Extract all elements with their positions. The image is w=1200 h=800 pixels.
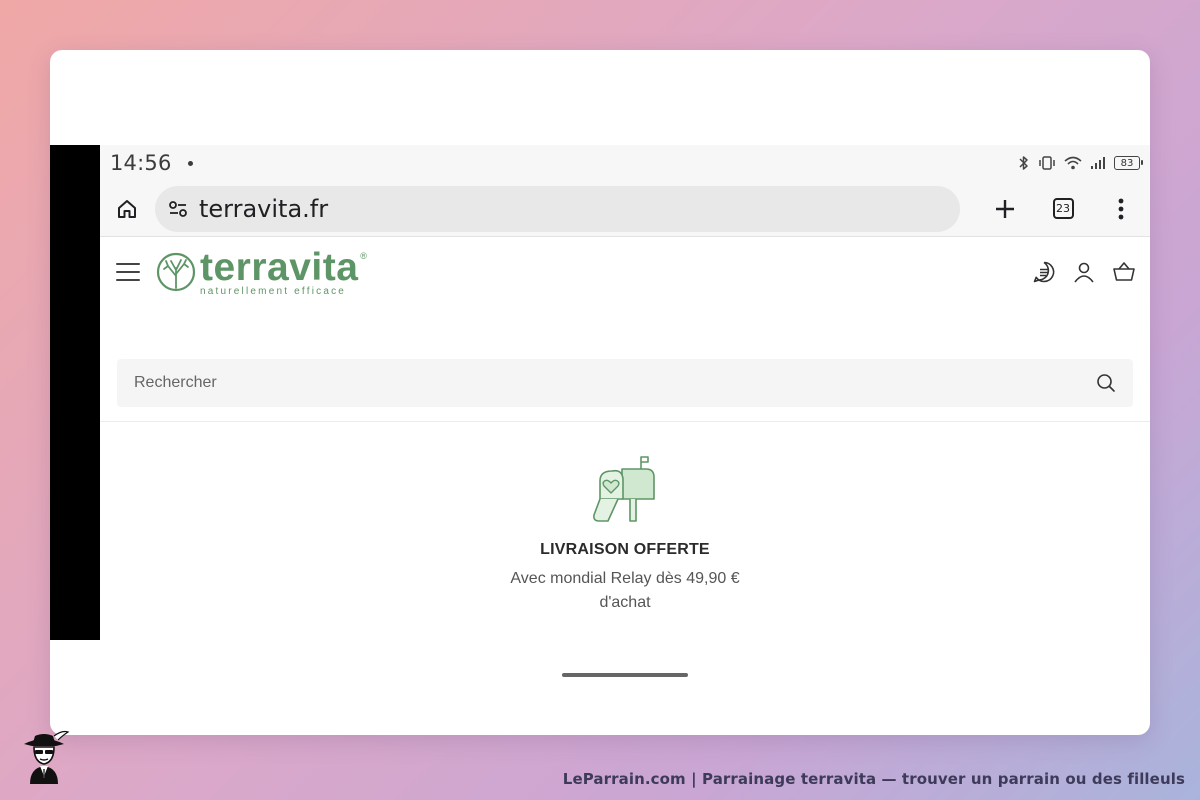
bluetooth-icon (1018, 155, 1030, 171)
new-tab-icon (996, 199, 1014, 218)
tree-logo-icon (156, 252, 196, 292)
more-vert-icon (1118, 198, 1124, 219)
tabs-button[interactable]: 23 (1034, 181, 1092, 237)
screenshot-card: 14:56 83 terravita.fr 23 terravita ® nat… (50, 50, 1150, 735)
gesture-home-indicator[interactable] (562, 673, 688, 677)
phone-screen: 14:56 83 terravita.fr 23 terravita ® nat… (100, 145, 1150, 677)
home-button[interactable] (100, 181, 155, 237)
side-black-bar (50, 145, 100, 640)
wifi-icon (1064, 156, 1082, 170)
notification-dot (187, 160, 193, 166)
chat-button[interactable] (1024, 252, 1064, 292)
mascot-icon (24, 730, 70, 784)
url-text: terravita.fr (198, 194, 329, 223)
status-time: 14:56 (110, 151, 172, 175)
vibrate-icon (1038, 156, 1056, 170)
site-logo[interactable]: terravita ® naturellement efficace (156, 245, 368, 297)
account-icon (1074, 262, 1094, 283)
chat-icon (1033, 261, 1055, 283)
signal-icon (1090, 156, 1106, 170)
promo-subtitle: Avec mondial Relay dès 49,90 € d'achat (510, 570, 740, 611)
tabs-icon: 23 (1052, 198, 1074, 219)
browser-actions: 23 (976, 181, 1150, 237)
search-field[interactable]: Rechercher (117, 359, 1133, 407)
footer-caption: LeParrain.com | Parrainage terravita — t… (562, 770, 1185, 788)
browser-toolbar: terravita.fr 23 (100, 181, 1150, 237)
basket-icon (1113, 262, 1135, 281)
header-icons (1024, 252, 1144, 292)
status-icons: 83 (1018, 155, 1143, 171)
basket-button[interactable] (1104, 252, 1144, 292)
home-icon (118, 199, 137, 218)
search-placeholder: Rechercher (134, 374, 217, 391)
new-tab-button[interactable] (976, 181, 1034, 237)
menu-icon[interactable] (116, 263, 140, 281)
promo-title: LIVRAISON OFFERTE (540, 541, 710, 558)
more-menu-button[interactable] (1092, 181, 1150, 237)
account-button[interactable] (1064, 252, 1104, 292)
site-header: terravita ® naturellement efficace (100, 237, 1150, 307)
site-settings-icon[interactable] (167, 198, 189, 220)
logo-wordmark: terravita ® (200, 245, 368, 289)
search-icon[interactable] (1096, 373, 1116, 393)
header-divider (100, 421, 1150, 422)
mailbox-heart-icon (593, 456, 655, 522)
promo-block: LIVRAISON OFFERTE Avec mondial Relay dès… (100, 455, 1150, 615)
address-bar[interactable]: terravita.fr (154, 185, 960, 232)
battery-icon: 83 (1114, 156, 1143, 170)
status-bar: 14:56 83 (100, 145, 1150, 181)
